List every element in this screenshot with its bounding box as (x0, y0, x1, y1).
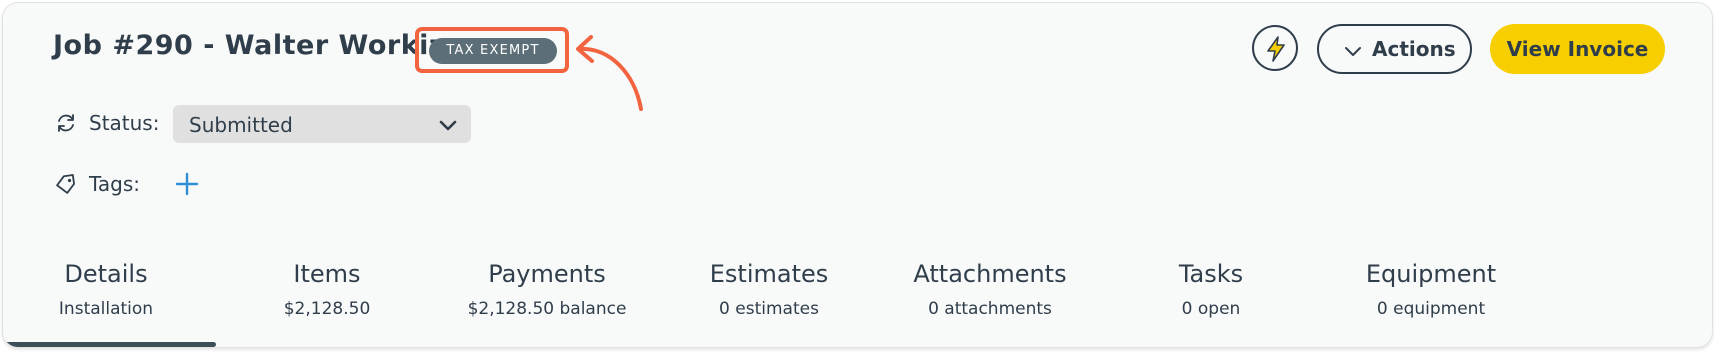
tab-subtitle: $2,128.50 balance (467, 299, 627, 319)
tab-title: Attachments (913, 260, 1067, 288)
add-tag-button[interactable] (175, 172, 199, 200)
tab-tasks[interactable]: Tasks 0 open (1111, 259, 1311, 320)
tab-items[interactable]: Items $2,128.50 (227, 259, 427, 320)
view-invoice-button[interactable]: View Invoice (1490, 24, 1665, 74)
status-selected-value: Submitted (189, 113, 293, 137)
tags-label: Tags: (89, 172, 141, 196)
tab-estimates[interactable]: Estimates 0 estimates (669, 259, 869, 320)
automation-button[interactable] (1252, 25, 1298, 71)
tab-title: Tasks (1178, 260, 1244, 288)
tab-subtitle: 0 open (1181, 299, 1241, 319)
tab-subtitle: $2,128.50 (283, 299, 371, 319)
tab-payments[interactable]: Payments $2,128.50 balance (447, 259, 647, 320)
tab-title: Payments (488, 260, 606, 288)
tax-exempt-badge: TAX EXEMPT (429, 38, 557, 64)
chevron-down-icon (439, 117, 457, 136)
tab-subtitle: 0 attachments (928, 299, 1052, 319)
tab-equipment[interactable]: Equipment 0 equipment (1331, 259, 1531, 320)
plus-icon (175, 172, 199, 196)
tab-subtitle: 0 estimates (719, 299, 819, 319)
tag-icon (55, 174, 77, 198)
job-header-card: Job #290 - Walter Workiz TAX EXEMPT Stat… (2, 2, 1713, 348)
tab-attachments[interactable]: Attachments 0 attachments (890, 259, 1090, 320)
tab-title: Estimates (709, 260, 829, 288)
tab-subtitle: Installation (58, 299, 154, 319)
sync-icon (55, 112, 77, 138)
tab-details[interactable]: Details Installation (6, 259, 206, 320)
tab-title: Items (293, 260, 361, 288)
lightning-bolt-icon (1267, 36, 1285, 62)
page-title: Job #290 - Walter Workiz (53, 30, 446, 61)
annotation-arrow (576, 35, 643, 111)
tab-subtitle: 0 equipment (1376, 299, 1486, 319)
active-tab-indicator (3, 342, 216, 347)
tab-title: Details (64, 260, 148, 288)
status-label: Status: (89, 111, 160, 135)
actions-button-label: Actions (1372, 37, 1456, 61)
actions-button[interactable]: Actions (1317, 24, 1472, 74)
tab-title: Equipment (1365, 260, 1497, 288)
chevron-down-icon (1344, 43, 1362, 62)
status-dropdown[interactable]: Submitted (173, 105, 471, 143)
